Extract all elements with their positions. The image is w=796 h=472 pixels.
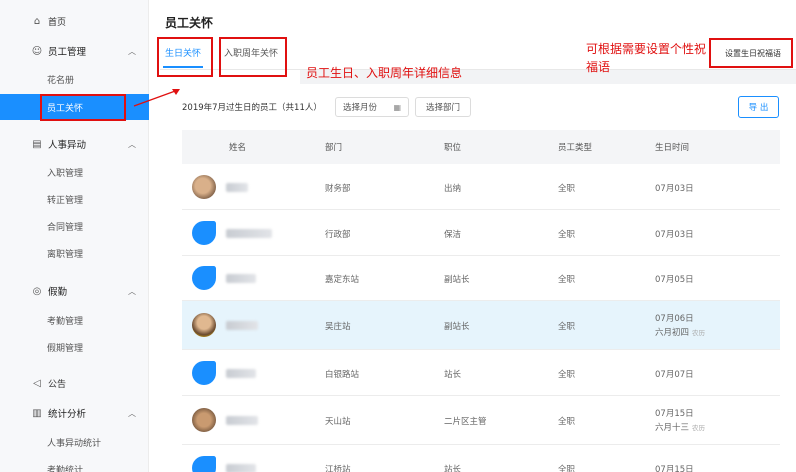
sidebar-item-onboarding[interactable]: 入职管理 — [0, 159, 149, 185]
calendar-icon: ▦ — [393, 102, 401, 112]
sidebar-group-attendance[interactable]: ◎ 假勤 ︿ — [0, 278, 149, 304]
sidebar-item-attendance-stats[interactable]: 考勤统计 — [0, 456, 149, 472]
highlight-box — [219, 37, 287, 77]
sidebar-item-hr-change-stats[interactable]: 人事异动统计 — [0, 429, 149, 455]
dept-cell: 白银路站 — [325, 370, 360, 380]
table-row[interactable]: 嘉定东站 副站长 全职 07月05日 — [182, 256, 780, 301]
highlight-box — [40, 94, 126, 121]
table-header: 姓名 部门 职位 员工类型 生日时间 — [182, 130, 780, 164]
lunar-tag: 农历 — [692, 424, 706, 432]
sidebar-group-hr-changes[interactable]: ▤ 人事异动 ︿ — [0, 131, 149, 157]
position-cell: 二片区主管 — [444, 417, 487, 427]
table-row[interactable]: 江桥站 站长 全职 07月15日 — [182, 445, 780, 472]
birthday-cell: 07月15日 — [655, 409, 694, 419]
column-header: 部门 — [325, 143, 343, 153]
type-cell: 全职 — [558, 417, 576, 427]
employee-name-redacted — [226, 183, 248, 192]
avatar — [192, 361, 216, 385]
annotation-detail: 员工生日、入职周年详细信息 — [306, 66, 463, 80]
lunar-date: 六月十三 农历 — [655, 423, 706, 433]
type-cell: 全职 — [558, 275, 576, 285]
chevron-up-icon: ︿ — [128, 139, 136, 149]
avatar — [192, 313, 216, 337]
export-button[interactable]: 导 出 — [738, 96, 779, 118]
column-header: 职位 — [444, 143, 462, 153]
sidebar-group-stats[interactable]: ▥ 统计分析 ︿ — [0, 400, 149, 426]
select-department-button[interactable]: 选择部门 — [415, 97, 471, 117]
lunar-tag: 农历 — [692, 329, 706, 337]
type-cell: 全职 — [558, 184, 576, 194]
employee-name-redacted — [226, 464, 256, 472]
speaker-icon: ◁ — [33, 377, 41, 389]
table-row[interactable]: 吴庄站 副站长 全职 07月06日 六月初四 农历 — [182, 301, 780, 350]
employee-name-redacted — [226, 229, 272, 238]
column-header: 姓名 — [229, 143, 247, 153]
sidebar-item-regularization[interactable]: 转正管理 — [0, 186, 149, 212]
birthday-cell: 07月03日 — [655, 184, 694, 194]
chevron-up-icon: ︿ — [128, 46, 136, 56]
sidebar-item-announcement[interactable]: ◁ 公告 — [0, 370, 149, 396]
dept-cell: 江桥站 — [325, 465, 351, 472]
document-icon: ▤ — [32, 138, 42, 150]
type-cell: 全职 — [558, 322, 576, 332]
sidebar-item-roster[interactable]: 花名册 — [0, 66, 149, 92]
sidebar-item-leave-mgmt[interactable]: 假期管理 — [0, 334, 149, 360]
dept-cell: 吴庄站 — [325, 322, 351, 332]
avatar — [192, 456, 216, 472]
avatar — [192, 266, 216, 290]
filter-summary: 2019年7月过生日的员工（共11人） — [182, 103, 322, 113]
position-cell: 副站长 — [444, 322, 470, 332]
position-cell: 出纳 — [444, 184, 462, 194]
chevron-up-icon: ︿ — [128, 286, 136, 296]
table-row[interactable]: 天山站 二片区主管 全职 07月15日 六月十三 农历 — [182, 396, 780, 445]
home-icon: ⌂ — [33, 15, 41, 27]
bar-chart-icon: ▥ — [32, 407, 42, 419]
position-cell: 副站长 — [444, 275, 470, 285]
sidebar-item-attendance-mgmt[interactable]: 考勤管理 — [0, 307, 149, 333]
employee-name-redacted — [226, 321, 258, 330]
highlight-box — [157, 37, 213, 77]
table-row[interactable]: 白银路站 站长 全职 07月07日 — [182, 350, 780, 396]
column-header: 员工类型 — [558, 143, 593, 153]
dept-cell: 行政部 — [325, 230, 351, 240]
annotation-arrow — [133, 89, 180, 107]
lunar-date: 六月初四 农历 — [655, 328, 706, 338]
avatar — [192, 175, 216, 199]
location-icon: ◎ — [32, 285, 42, 297]
dept-cell: 财务部 — [325, 184, 351, 194]
birthday-cell: 07月03日 — [655, 230, 694, 240]
sidebar: ⌂ 首页 ☺ 员工管理 ︿ 花名册 员工关怀 ▤ 人事异动 ︿ 入职管理 转正管… — [0, 0, 149, 472]
sidebar-item-resignation[interactable]: 离职管理 — [0, 240, 149, 266]
month-select[interactable]: 选择月份 ▦ — [335, 97, 409, 117]
table-row[interactable]: 行政部 保洁 全职 07月03日 — [182, 210, 780, 256]
column-header: 生日时间 — [655, 143, 690, 153]
dept-cell: 天山站 — [325, 417, 351, 427]
position-cell: 站长 — [444, 370, 462, 380]
type-cell: 全职 — [558, 230, 576, 240]
birthday-cell: 07月05日 — [655, 275, 694, 285]
position-cell: 站长 — [444, 465, 462, 472]
sidebar-item-contract[interactable]: 合同管理 — [0, 213, 149, 239]
chevron-up-icon: ︿ — [128, 408, 136, 418]
table-row[interactable]: 财务部 出纳 全职 07月03日 — [182, 164, 780, 210]
highlight-box — [709, 38, 793, 68]
sidebar-group-employee-mgmt[interactable]: ☺ 员工管理 ︿ — [0, 38, 149, 64]
employee-name-redacted — [226, 416, 258, 425]
annotation-greeting: 可根据需要设置个性祝福语 — [586, 42, 707, 74]
employee-name-redacted — [226, 274, 256, 283]
employee-name-redacted — [226, 369, 256, 378]
birthday-cell: 07月15日 — [655, 465, 694, 472]
type-cell: 全职 — [558, 370, 576, 380]
avatar — [192, 221, 216, 245]
birthday-cell: 07月06日 — [655, 314, 694, 324]
type-cell: 全职 — [558, 465, 576, 472]
birthday-cell: 07月07日 — [655, 370, 694, 380]
page-title: 员工关怀 — [165, 16, 214, 30]
sidebar-item-home[interactable]: ⌂ 首页 — [0, 8, 149, 34]
user-icon: ☺ — [31, 45, 43, 57]
position-cell: 保洁 — [444, 230, 462, 240]
avatar — [192, 408, 216, 432]
dept-cell: 嘉定东站 — [325, 275, 360, 285]
